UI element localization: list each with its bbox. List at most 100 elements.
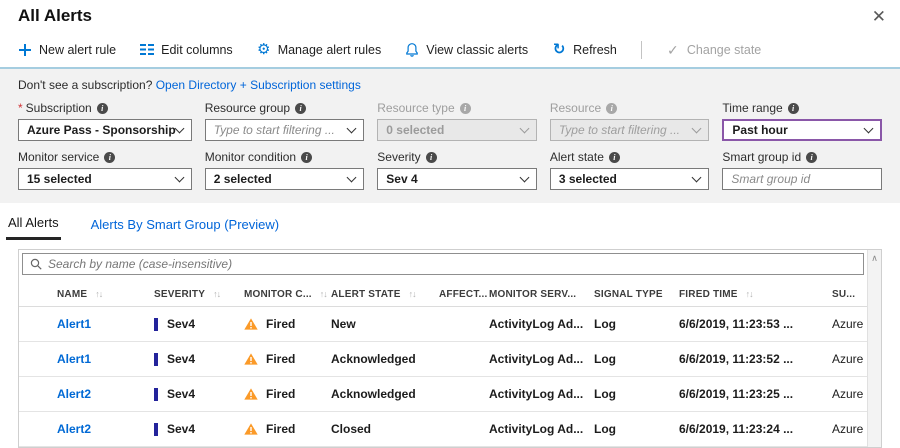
vertical-scrollbar[interactable]: ∧ [867, 250, 881, 447]
column-header-affect[interactable]: AFFECT...↑↓ [439, 289, 489, 300]
column-header-fired-time[interactable]: FIRED TIME ↑↓ [679, 289, 832, 300]
cell-monitor-condition: Fired [244, 317, 331, 331]
toolbar-view-classic-alerts-button[interactable]: View classic alerts [405, 41, 528, 59]
filter-time-range-dropdown[interactable]: Past hour [722, 119, 882, 142]
filter-monitor-service-value: 15 selected [27, 172, 92, 187]
cell-severity: Sev4 [154, 422, 244, 436]
table-row[interactable]: Alert1 Sev4 Fired Acknowledged ActivityLog A… [19, 342, 867, 377]
table-row[interactable]: Alert2 Sev4 Fired Acknowledged ActivityLog A… [19, 377, 867, 412]
monitor-condition-value: Fired [266, 387, 296, 401]
check-icon: ✓ [667, 41, 679, 58]
filter-subscription-value: Azure Pass - Sponsorship [27, 123, 176, 138]
sort-icon: ↑↓ [213, 289, 221, 300]
column-header-name[interactable]: NAME ↑↓ [19, 289, 154, 300]
cell-monitor-condition: Fired [244, 387, 331, 401]
cell-monitor-condition: Fired [244, 422, 331, 436]
column-header-label: SEVERITY [154, 288, 206, 300]
chevron-down-icon [346, 123, 357, 134]
info-icon[interactable]: i [459, 102, 471, 114]
cell-subscription: Azure ... [832, 387, 867, 401]
filter-resource-group-label-text: Resource group [204, 101, 291, 116]
tab-all-alerts[interactable]: All Alerts [6, 213, 61, 241]
filter-resource-label-text: Resource [549, 101, 602, 116]
bell-icon [405, 42, 419, 57]
toolbar-refresh-button[interactable]: ↻ Refresh [552, 40, 617, 59]
open-directory-settings-link[interactable]: Open Directory + Subscription settings [156, 78, 361, 92]
scroll-up-icon[interactable]: ∧ [871, 250, 878, 264]
filter-subscription-label: * Subscription i [18, 101, 192, 115]
column-header-monitor-c[interactable]: MONITOR C... ↑↓ [244, 289, 331, 300]
chevron-down-icon [691, 172, 702, 183]
filter-subscription-dropdown[interactable]: Azure Pass - Sponsorship [18, 119, 192, 142]
cell-signal-type: Log [594, 317, 616, 331]
warning-triangle-icon [244, 318, 258, 330]
column-header-label: SIGNAL TYPE [594, 288, 663, 300]
filter-smart-group-id-value: Smart group id [731, 172, 811, 187]
search-icon [30, 258, 42, 270]
toolbar-manage-alert-rules-button[interactable]: ⚙ Manage alert rules [257, 40, 382, 59]
info-icon[interactable]: i [606, 102, 618, 114]
warning-triangle-icon [244, 388, 258, 400]
filter-monitor-service-dropdown[interactable]: 15 selected [18, 168, 192, 191]
info-icon[interactable]: i [295, 102, 307, 114]
toolbar-divider [640, 40, 642, 59]
filter-alert-state-label: Alert state i [550, 150, 710, 164]
toolbar-refresh-label: Refresh [573, 42, 617, 57]
info-icon[interactable]: i [104, 151, 116, 163]
filter-alert-state-dropdown[interactable]: 3 selected [549, 168, 710, 191]
info-icon[interactable]: i [96, 102, 108, 114]
filter-severity-dropdown[interactable]: Sev 4 [377, 168, 537, 191]
info-icon[interactable]: i [608, 151, 620, 163]
column-header-label: FIRED TIME [679, 288, 738, 300]
filter-panel: Don't see a subscription? Open Directory… [0, 69, 900, 204]
info-icon[interactable]: i [806, 151, 818, 163]
required-asterisk: * [18, 101, 23, 116]
filter-resource-group-dropdown[interactable]: Type to start filtering ... [204, 119, 365, 142]
alert-name-link[interactable]: Alert2 [57, 387, 91, 401]
toolbar-new-alert-rule-label: New alert rule [39, 42, 117, 57]
close-icon[interactable]: ✕ [868, 6, 890, 27]
filter-resource-group-label: Resource group i [205, 101, 365, 115]
column-header-alert-state[interactable]: ALERT STATE ↑↓ [331, 289, 439, 300]
filter-resource-label: Resource i [550, 101, 710, 115]
cell-name: Alert2 [19, 387, 154, 401]
info-icon[interactable]: i [301, 151, 313, 163]
cell-alert-state: New [331, 317, 356, 331]
column-header-severity[interactable]: SEVERITY ↑↓ [154, 289, 244, 300]
filter-smart-group-id-dropdown[interactable]: Smart group id [722, 168, 882, 191]
filter-time-range-value: Past hour [732, 123, 788, 138]
filter-smart-group-id-label: Smart group id i [722, 150, 882, 164]
tab-alerts-by-smart-group-preview[interactable]: Alerts By Smart Group (Preview) [89, 213, 282, 240]
column-header-label: NAME [57, 288, 88, 300]
cell-monitor-service: ActivityLog Ad... [489, 422, 584, 436]
filter-monitor-condition-dropdown[interactable]: 2 selected [204, 168, 365, 191]
toolbar-edit-columns-button[interactable]: Edit columns [140, 41, 233, 59]
chevron-down-icon [174, 172, 185, 183]
filter-severity-label: Severity i [377, 150, 537, 164]
alert-name-link[interactable]: Alert1 [57, 317, 91, 331]
search-box [22, 253, 864, 276]
filter-smart-group-id: Smart group id i Smart group id [722, 150, 882, 191]
severity-bar-icon [154, 352, 158, 366]
search-input[interactable] [48, 257, 856, 272]
cell-fired-time: 6/6/2019, 11:23:53 ... [679, 317, 794, 331]
alert-name-link[interactable]: Alert1 [57, 352, 91, 366]
table-row[interactable]: Alert2 Sev4 Fired Closed ActivityLog Ad... Lo… [19, 412, 867, 447]
column-header-monitor-serv[interactable]: MONITOR SERV... [489, 289, 594, 300]
info-icon[interactable]: i [787, 102, 799, 114]
toolbar-manage-alert-rules-label: Manage alert rules [277, 42, 382, 57]
monitor-condition-value: Fired [266, 422, 296, 436]
filter-time-range-label-text: Time range [722, 101, 783, 116]
cell-monitor-condition: Fired [244, 352, 331, 366]
table-row[interactable]: Alert1 Sev4 Fired New ActivityLog Ad... Log 6/… [19, 307, 867, 342]
info-icon[interactable]: i [425, 151, 437, 163]
filter-monitor-service-label: Monitor service i [18, 150, 192, 164]
toolbar-new-alert-rule-button[interactable]: New alert rule [18, 41, 116, 59]
chevron-down-icon [863, 123, 874, 134]
column-header-su[interactable]: SU... [832, 289, 867, 300]
cell-severity: Sev4 [154, 352, 244, 366]
filter-severity: Severity i Sev 4 [377, 150, 537, 191]
alert-name-link[interactable]: Alert2 [57, 422, 91, 436]
chevron-down-icon [346, 172, 357, 183]
column-header-signal-type[interactable]: SIGNAL TYPE [594, 289, 679, 300]
